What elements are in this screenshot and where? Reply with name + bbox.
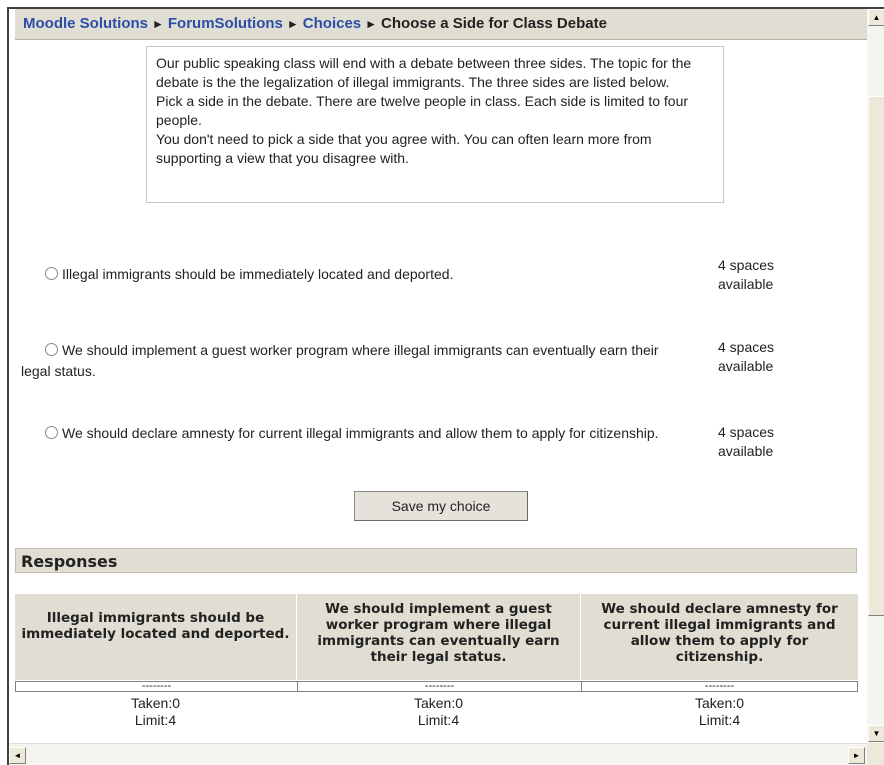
responses-title: Responses	[21, 552, 118, 571]
vertical-scrollbar[interactable]: ▲ ▼	[867, 9, 884, 743]
breadcrumb-separator: ►	[286, 17, 299, 31]
scrollbar-corner	[867, 743, 884, 765]
right-arrow-icon: ►	[852, 751, 861, 760]
choice-radio-3[interactable]	[45, 426, 58, 439]
breadcrumb-link-moodle-solutions[interactable]: Moodle Solutions	[23, 15, 148, 32]
breadcrumb: Moodle Solutions ► ForumSolutions ► Choices ►…	[15, 9, 867, 40]
choice-option-1: Illegal immigrants should be immediately…	[21, 264, 701, 285]
choice-radio-2[interactable]	[45, 343, 58, 356]
response-column-header-2: We should implement a guest worker progr…	[297, 594, 580, 680]
scroll-right-button[interactable]: ►	[848, 747, 865, 764]
scroll-left-button[interactable]: ◄	[9, 747, 26, 764]
responses-header: Responses	[15, 548, 857, 573]
save-choice-button[interactable]: Save my choice	[354, 491, 528, 521]
choice-option-3: We should declare amnesty for current il…	[21, 423, 689, 444]
response-placeholder-3: --------	[581, 681, 858, 692]
limit-count: Limit:4	[698, 712, 741, 728]
spaces-available-1: 4 spaces available	[718, 257, 775, 292]
limit-count: Limit:4	[417, 712, 460, 728]
choice-radio-1[interactable]	[45, 267, 58, 280]
left-arrow-icon: ◄	[13, 751, 22, 760]
response-count-1: Taken:0 Limit:4	[15, 695, 296, 729]
choice-option-label: Illegal immigrants should be immediately…	[62, 266, 454, 282]
intro-paragraph: You don't need to pick a side that you a…	[156, 131, 652, 166]
browser-frame: Moodle Solutions ► ForumSolutions ► Choices ►…	[7, 7, 884, 765]
choice-option-label: We should implement a guest worker progr…	[21, 342, 659, 379]
intro-paragraph: Pick a side in the debate. There are twe…	[156, 93, 689, 128]
breadcrumb-link-forum-solutions[interactable]: ForumSolutions	[168, 15, 283, 32]
spaces-available-2: 4 spaces available	[718, 339, 775, 374]
response-column-header-1: Illegal immigrants should be immediately…	[15, 594, 296, 680]
taken-count: Taken:0	[694, 695, 745, 711]
horizontal-scrollbar[interactable]: ◄ ►	[9, 743, 867, 765]
choice-option-label: We should declare amnesty for current il…	[62, 425, 659, 441]
page-viewport: Moodle Solutions ► ForumSolutions ► Choices ►…	[9, 9, 867, 743]
intro-paragraph: Our public speaking class will end with …	[156, 55, 692, 90]
scroll-down-button[interactable]: ▼	[868, 725, 884, 742]
taken-count: Taken:0	[130, 695, 181, 711]
response-count-2: Taken:0 Limit:4	[297, 695, 580, 729]
scroll-up-button[interactable]: ▲	[868, 9, 884, 26]
choice-option-2: We should implement a guest worker progr…	[21, 340, 661, 382]
breadcrumb-separator: ►	[152, 17, 164, 31]
response-count-3: Taken:0 Limit:4	[581, 695, 858, 729]
response-column-header-3: We should declare amnesty for current il…	[581, 594, 858, 680]
breadcrumb-link-choices[interactable]: Choices	[303, 15, 361, 32]
taken-count: Taken:0	[413, 695, 464, 711]
page-title: Choose a Side for Class Debate	[381, 15, 607, 32]
choice-intro-box: Our public speaking class will end with …	[146, 46, 724, 203]
response-placeholder-2: --------	[297, 681, 582, 692]
limit-count: Limit:4	[134, 712, 177, 728]
breadcrumb-trail: Moodle Solutions ► ForumSolutions ► Choices ►…	[23, 15, 607, 32]
breadcrumb-separator: ►	[365, 17, 378, 31]
spaces-available-3: 4 spaces available	[718, 424, 775, 459]
response-placeholder-1: --------	[15, 681, 298, 692]
down-arrow-icon: ▼	[872, 729, 881, 738]
vertical-scroll-thumb[interactable]	[868, 96, 884, 616]
up-arrow-icon: ▲	[872, 13, 881, 22]
